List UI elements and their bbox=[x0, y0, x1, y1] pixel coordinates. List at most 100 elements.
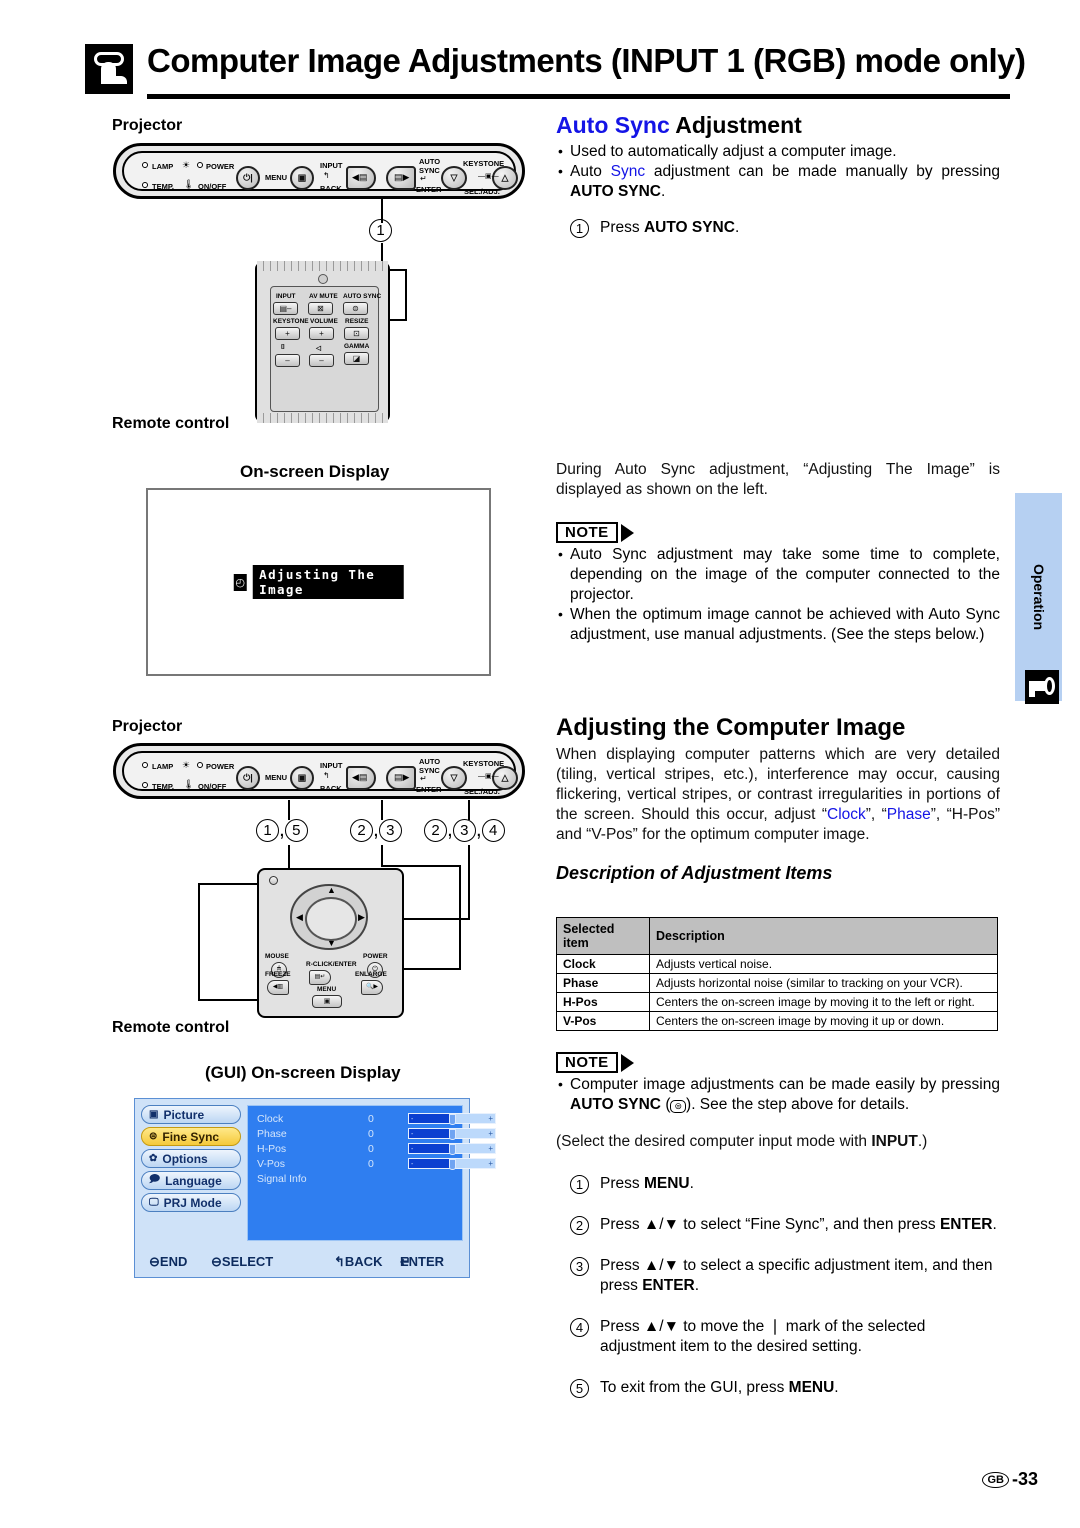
b2c: . bbox=[661, 183, 666, 200]
remote-keystone-minus-button[interactable]: – bbox=[275, 354, 300, 367]
s5b: . bbox=[834, 1379, 839, 1396]
gui-row-vpos[interactable]: V-Pos 0 - + bbox=[248, 1156, 496, 1171]
remote2-menu-button[interactable]: ▣ bbox=[312, 995, 342, 1008]
remote-input-label: INPUT bbox=[276, 293, 296, 300]
keystone-divider-icon-2: —▣— bbox=[478, 773, 499, 780]
dpad-right-icon[interactable]: ▶ bbox=[358, 912, 365, 923]
auto-sync-bullet-1: Used to automatically adjust a computer … bbox=[556, 141, 1000, 162]
remote2-enlarge-button[interactable]: 🔍▶ bbox=[361, 980, 383, 995]
gui-row-signal-info[interactable]: Signal Info bbox=[248, 1171, 462, 1186]
gui-row-clock[interactable]: Clock 0 - + bbox=[248, 1111, 496, 1126]
s5a: To exit from the GUI, press bbox=[600, 1379, 789, 1396]
callout-2-3: 2,3 bbox=[350, 818, 402, 842]
gui-footer-end[interactable]: ⊖ END bbox=[149, 1254, 187, 1270]
gui-settings-panel: Clock 0 - + Phase 0 - + H-Pos 0 - + V-Po… bbox=[247, 1105, 496, 1241]
menu-label: MENU bbox=[265, 173, 288, 182]
dpad-down-icon[interactable]: ▼ bbox=[327, 938, 336, 948]
input-back-button[interactable]: ◀▤ bbox=[346, 166, 376, 190]
back-arrow-icon-2: ↰ bbox=[323, 771, 330, 780]
keystone-down-button-2[interactable]: ▽ bbox=[441, 766, 467, 790]
remote-resize-button[interactable]: ⊡ bbox=[344, 327, 369, 340]
input-back-button-2[interactable]: ◀▤ bbox=[346, 766, 376, 790]
step-3: 3 Press ▲/▼ to select a specific adjustm… bbox=[556, 1256, 1000, 1296]
gui-slider-clock[interactable]: - + bbox=[408, 1113, 496, 1125]
remote-gamma-button[interactable]: ◪ bbox=[344, 352, 369, 365]
auto-sync-enter-button[interactable]: ▤▶ bbox=[386, 166, 416, 190]
adjusting-notes: Computer image adjustments can be made e… bbox=[556, 1074, 1000, 1115]
gui-tab-picture[interactable]: ▣ Picture bbox=[141, 1105, 241, 1124]
lamp-icon-2: ☀ bbox=[182, 760, 191, 770]
keystone-down-button[interactable]: ▽ bbox=[441, 166, 467, 190]
gui-tab-language[interactable]: 🗩 Language bbox=[141, 1171, 241, 1190]
n1c: ). See the step above for details. bbox=[686, 1096, 910, 1113]
remote-keystone-plus-button[interactable]: + bbox=[275, 327, 300, 340]
remote-autosync-label: AUTO SYNC bbox=[343, 293, 382, 300]
gui-slider-vpos[interactable]: - + bbox=[408, 1158, 496, 1170]
during-auto-sync-section: During Auto Sync adjustment, “Adjusting … bbox=[556, 460, 1000, 645]
onscreen-display-screen: ◴ Adjusting The Image bbox=[146, 488, 491, 676]
remote-gamma-label: GAMMA bbox=[344, 343, 370, 350]
remote-auto-sync-button[interactable]: ⊜ bbox=[343, 302, 368, 315]
td-desc: Adjusts vertical noise. bbox=[649, 954, 998, 974]
remote2-rclick-enter-button[interactable]: ▤↵ bbox=[309, 970, 331, 985]
si-b: .) bbox=[917, 1133, 928, 1150]
page-header: Computer Image Adjustments (INPUT 1 (RGB… bbox=[85, 42, 1026, 104]
step-2: 2 Press ▲/▼ to select “Fine Sync”, and t… bbox=[556, 1215, 1000, 1235]
page-title: Computer Image Adjustments (INPUT 1 (RGB… bbox=[147, 42, 1026, 79]
remote-resize-label: RESIZE bbox=[345, 318, 369, 325]
gui-row-value: 0 bbox=[368, 1157, 374, 1170]
back-label-2: BACK bbox=[320, 784, 342, 793]
gui-footer-select[interactable]: ⊖ SELECT bbox=[211, 1254, 273, 1270]
gui-onscreen-display-label: (GUI) On-screen Display bbox=[205, 1063, 401, 1082]
gui-row-phase[interactable]: Phase 0 - + bbox=[248, 1126, 496, 1141]
remote-input-button[interactable]: ▤– bbox=[273, 302, 298, 315]
gui-footer-enter[interactable]: ENTER ↵ bbox=[400, 1254, 444, 1270]
adjustment-items-table: Selected item Description Clock Adjusts … bbox=[556, 917, 998, 1031]
adjusting-computer-image-section: Adjusting the Computer Image When displa… bbox=[556, 714, 1000, 884]
remote-volume-minus-button[interactable]: – bbox=[309, 354, 334, 367]
picture-icon: ▣ bbox=[149, 1109, 159, 1120]
menu-button[interactable]: ▣ bbox=[290, 166, 314, 190]
temp-label: TEMP. bbox=[152, 182, 174, 191]
auto-sync-section: Auto Sync Adjustment Used to automatical… bbox=[556, 112, 1000, 238]
gui-row-value: 0 bbox=[368, 1127, 374, 1140]
n1a: Computer image adjustments can be made e… bbox=[570, 1076, 1000, 1093]
note-label-2: NOTE bbox=[556, 1052, 618, 1073]
remote-av-mute-button[interactable]: ⊠ bbox=[308, 302, 333, 315]
gui-slider-hpos[interactable]: - + bbox=[408, 1143, 496, 1155]
gui-row-hpos[interactable]: H-Pos 0 - + bbox=[248, 1141, 496, 1156]
th-selected-item: Selected item bbox=[556, 917, 650, 955]
remote2-freeze-button[interactable]: ◀▥ bbox=[267, 980, 289, 995]
power-button[interactable]: ⏻| bbox=[236, 166, 260, 190]
gui-tab-fine-sync[interactable]: ⊜ Fine Sync bbox=[141, 1127, 241, 1146]
page-footer: GB -33 bbox=[982, 1469, 1038, 1490]
thermometer-icon-2: 🌡 bbox=[183, 779, 195, 789]
side-tab-label: Operation bbox=[1030, 563, 1047, 631]
lamp-label-2: LAMP bbox=[152, 762, 174, 771]
s1a: Press bbox=[600, 1175, 644, 1192]
dpad-up-icon[interactable]: ▲ bbox=[327, 885, 336, 895]
dpad-left-icon[interactable]: ◀ bbox=[296, 912, 303, 923]
gui-tab-prj-mode[interactable]: 🖵 PRJ Mode bbox=[141, 1193, 241, 1212]
th-description: Description bbox=[649, 917, 998, 955]
auto-sync-enter-button-2[interactable]: ▤▶ bbox=[386, 766, 416, 790]
td-item: V-Pos bbox=[556, 1011, 650, 1031]
td-item: H-Pos bbox=[556, 992, 650, 1012]
back-label: BACK bbox=[320, 184, 342, 193]
s3b: . bbox=[694, 1277, 700, 1294]
remote-volume-label: VOLUME bbox=[310, 318, 338, 325]
remote-volume-plus-button[interactable]: + bbox=[309, 327, 334, 340]
prj-mode-icon: 🖵 bbox=[149, 1197, 159, 1208]
s2b: . bbox=[992, 1216, 997, 1233]
gui-tab-options[interactable]: ✿ Options bbox=[141, 1149, 241, 1168]
menu-button-2[interactable]: ▣ bbox=[290, 766, 314, 790]
remote2-dpad[interactable]: ▲ ▼ ◀ ▶ bbox=[290, 884, 368, 950]
adjusting-heading: Adjusting the Computer Image bbox=[556, 714, 906, 741]
step-5: 5 To exit from the GUI, press MENU. bbox=[556, 1378, 1000, 1398]
gui-footer-back[interactable]: ↰ BACK bbox=[334, 1254, 382, 1270]
power-button-2[interactable]: ⏻| bbox=[236, 766, 260, 790]
s4a: Press ▲/▼ to move the ❘ mark of the sele… bbox=[600, 1318, 926, 1355]
leader-2b2 bbox=[381, 845, 383, 867]
bullet-1-text: Used to automatically adjust a computer … bbox=[570, 143, 897, 160]
gui-slider-phase[interactable]: - + bbox=[408, 1128, 496, 1140]
